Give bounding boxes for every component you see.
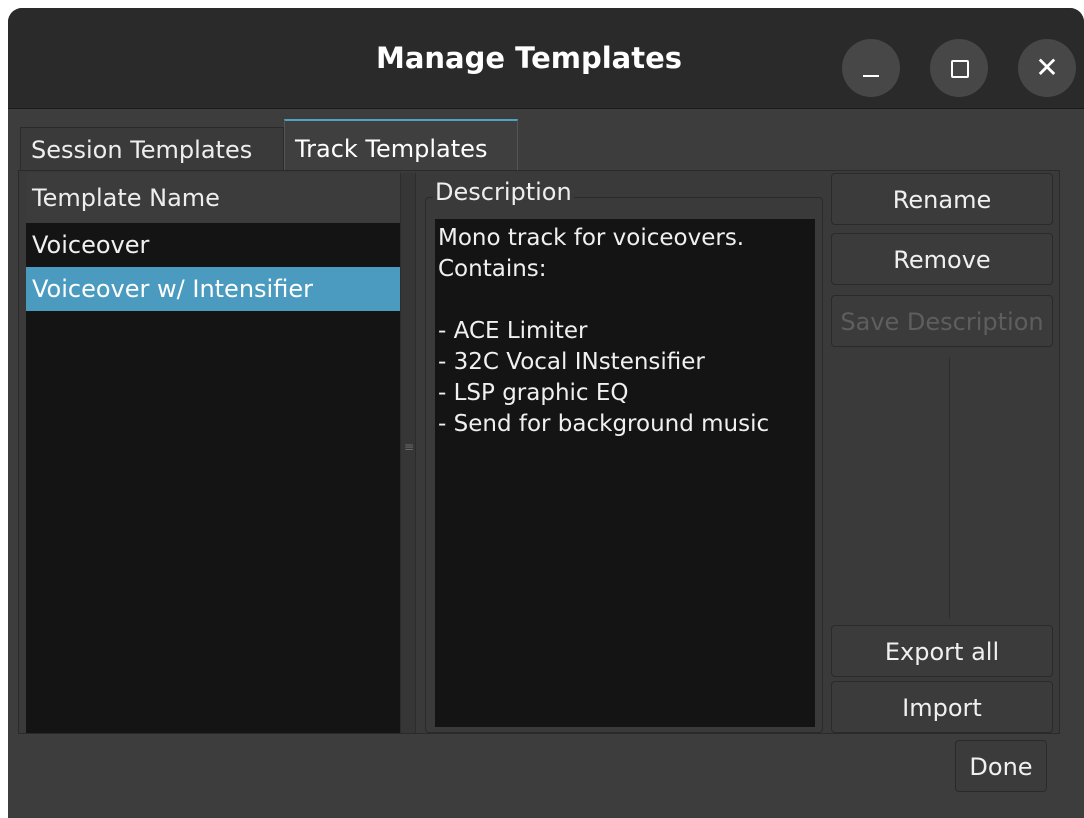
pane-splitter[interactable]: ≡ [400,173,416,733]
button-separator [949,357,950,619]
close-icon: ✕ [1035,51,1059,84]
description-line: - Send for background music [438,411,770,437]
import-button[interactable]: Import [831,681,1053,733]
export-all-button[interactable]: Export all [831,625,1053,677]
tab-track-templates[interactable]: Track Templates [284,119,518,171]
close-button[interactable]: ✕ [1018,39,1076,97]
description-label: Description [433,177,574,207]
description-line: Contains: [438,256,547,282]
description-line [438,285,815,316]
list-item-selected[interactable]: Voiceover w/ Intensifier [26,267,400,311]
description-line: - 32C Vocal INstensifier [438,349,705,375]
window-title: Manage Templates [375,41,683,75]
description-line: - ACE Limiter [438,318,588,344]
remove-button[interactable]: Remove [831,233,1053,285]
tab-session-templates[interactable]: Session Templates [20,127,284,171]
maximize-icon [951,60,969,78]
maximize-button[interactable] [930,39,988,97]
save-description-button[interactable]: Save Description [831,295,1053,347]
template-list[interactable]: Voiceover Voiceover w/ Intensifier [26,223,400,733]
splitter-grip-icon: ≡ [404,440,415,454]
description-line: - LSP graphic EQ [438,380,629,406]
list-item[interactable]: Voiceover [26,223,400,267]
description-line: Mono track for voiceovers. [438,225,745,251]
track-templates-panel: Template Name Voiceover Voiceover w/ Int… [18,170,1060,734]
description-textarea[interactable]: Mono track for voiceovers. Contains: - A… [435,219,815,727]
done-button[interactable]: Done [955,740,1047,792]
minimize-icon [863,75,879,77]
template-name-column-header[interactable]: Template Name [26,173,400,223]
minimize-button[interactable] [842,39,900,97]
title-bar[interactable]: Manage Templates ✕ [8,8,1084,109]
rename-button[interactable]: Rename [831,173,1053,225]
